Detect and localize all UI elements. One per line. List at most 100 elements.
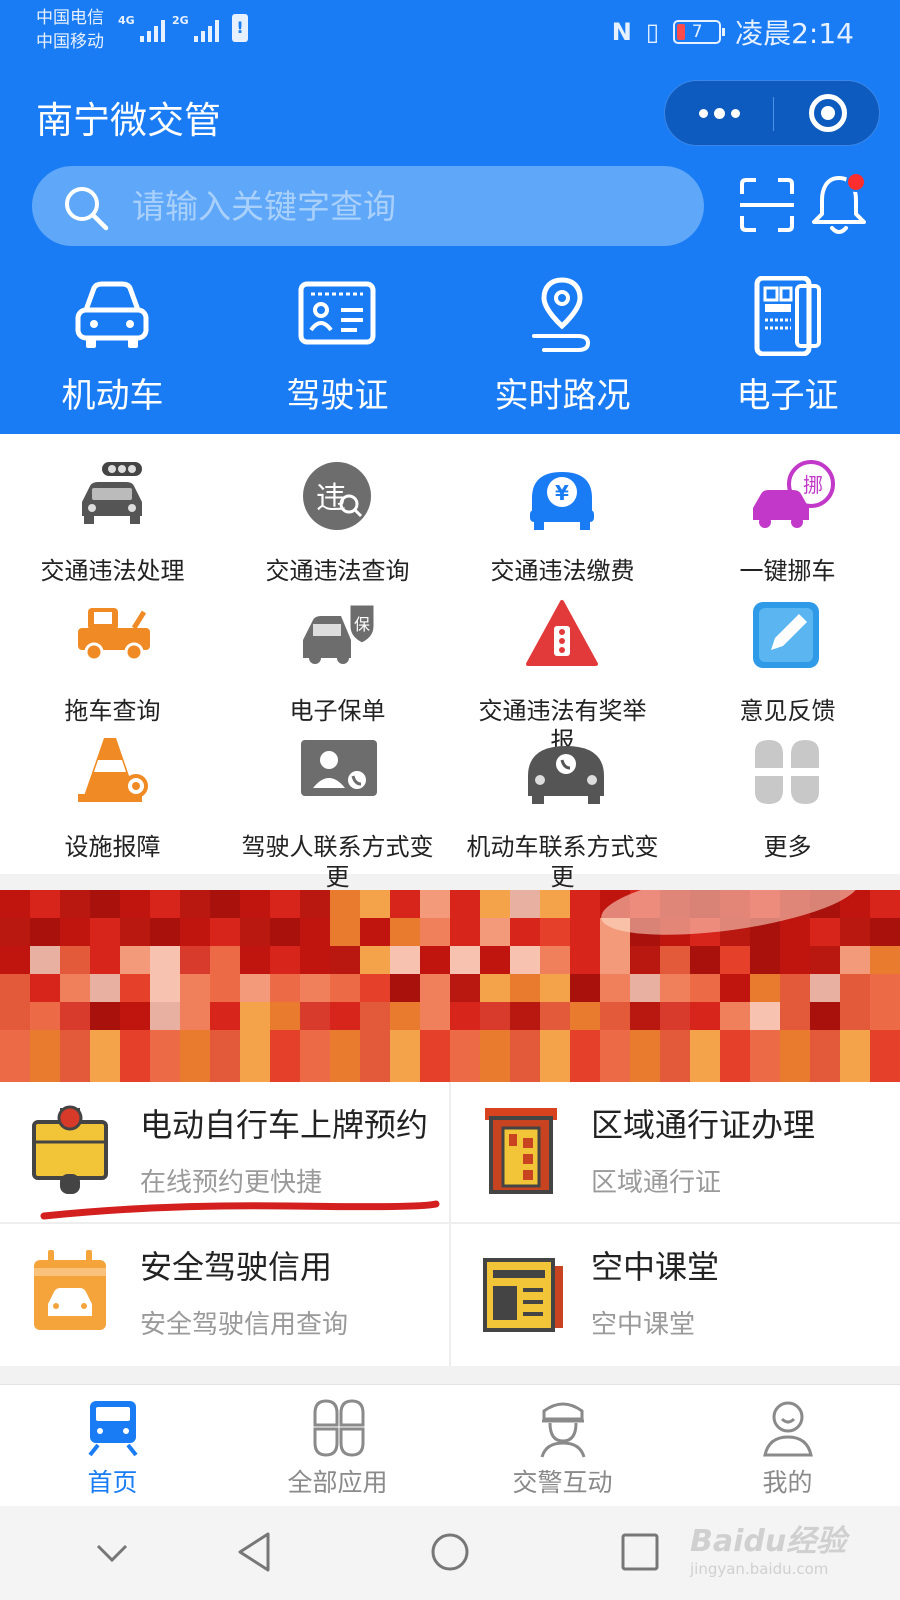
driver-contact-icon <box>301 740 377 796</box>
service-label: 一键挪车 <box>739 557 836 585</box>
notification-button[interactable] <box>808 170 870 238</box>
tab-police-interaction[interactable]: 交警互动 <box>450 1385 675 1507</box>
service-label: 交通违法查询 <box>265 557 410 585</box>
search-icon <box>65 187 109 231</box>
carrier-1: 中国电信 <box>36 8 104 28</box>
miniapp-capsule <box>664 80 880 146</box>
quick-nav-vehicle[interactable]: 机动车 <box>0 276 225 416</box>
quick-nav-traffic[interactable]: 实时路况 <box>450 276 675 416</box>
quick-nav-label: 实时路况 <box>494 376 631 416</box>
quick-nav-ecert[interactable]: 电子证 <box>675 276 900 416</box>
back-triangle-icon <box>238 1532 270 1572</box>
ebike-plate-icon <box>32 1105 108 1194</box>
service-grid: 交通违法处理 违 交通违法查询 ¥ 交通违法缴费 挪 一键挪车 拖车查询 保 电… <box>0 434 900 891</box>
tab-label: 交警互动 <box>512 1468 613 1497</box>
feedback-edit-icon <box>753 602 819 668</box>
svg-text:挪: 挪 <box>803 473 823 497</box>
home-circle-icon <box>431 1533 469 1571</box>
service-label: 机动车联系方式变更 <box>466 833 659 891</box>
quick-nav-license[interactable]: 驾驶证 <box>225 276 450 416</box>
watermark-url: jingyan.baidu.com <box>690 1560 829 1578</box>
card-divider <box>449 1082 451 1366</box>
service-label: 交通违法缴费 <box>490 557 635 585</box>
scan-icon <box>740 178 794 232</box>
quick-nav-label: 电子证 <box>736 376 839 416</box>
service-label: 电子保单 <box>289 697 386 725</box>
vibrate-icon: ▯ <box>645 18 660 46</box>
tow-truck-icon <box>78 608 150 662</box>
quick-nav: 机动车 驾驶证 实时路况 电子证 <box>0 276 900 416</box>
move-car-icon: 挪 <box>753 460 835 528</box>
police-officer-icon <box>540 1402 586 1458</box>
status-right: N ▯ 7 凌晨2:14 <box>612 12 854 52</box>
service-label: 意见反馈 <box>739 697 836 725</box>
search-bar[interactable] <box>32 166 704 246</box>
tab-label: 首页 <box>87 1468 138 1497</box>
service-driver-contact[interactable]: 驾驶人联系方式变更 <box>225 734 450 891</box>
service-label: 拖车查询 <box>64 697 161 725</box>
service-violation-payment[interactable]: ¥ 交通违法缴费 <box>450 458 675 598</box>
hide-nav-button[interactable] <box>72 1506 152 1600</box>
service-tow-query[interactable]: 拖车查询 <box>0 598 225 738</box>
tab-label: 我的 <box>762 1468 813 1497</box>
card-area-pass[interactable]: 区域通行证办理 区域通行证 <box>451 1082 900 1222</box>
service-violation-handle[interactable]: 交通违法处理 <box>0 458 225 598</box>
home-train-icon <box>88 1401 138 1457</box>
watermark-brand: Baidu经验 <box>690 1524 847 1559</box>
notification-icon: ! <box>232 14 248 42</box>
recents-button[interactable] <box>600 1506 680 1600</box>
recents-square-icon <box>621 1533 659 1571</box>
insurance-car-icon: 保 <box>303 602 377 664</box>
service-facility-report[interactable]: 设施报障 <box>0 734 225 874</box>
card-safe-driving-credit[interactable]: 安全驾驶信用 安全驾驶信用查询 <box>0 1224 449 1364</box>
license-icon <box>298 281 376 345</box>
status-bar: 中国电信 中国移动 4G 2G ! N ▯ 7 凌晨2:14 <box>36 6 854 54</box>
quick-nav-label: 驾驶证 <box>286 376 389 416</box>
home-button[interactable] <box>410 1506 490 1600</box>
card-title: 安全驾驶信用 <box>140 1248 333 1286</box>
calendar-car-icon <box>34 1250 106 1330</box>
location-route-icon <box>532 277 591 352</box>
service-vehicle-contact[interactable]: 机动车联系方式变更 <box>450 734 675 891</box>
car-traffic-light-icon <box>82 462 142 524</box>
service-label: 设施报障 <box>64 833 161 861</box>
car-icon <box>75 281 149 348</box>
e-certificate-icon <box>754 276 821 356</box>
service-report-reward[interactable]: 交通违法有奖举报 <box>450 598 675 755</box>
quick-nav-label: 机动车 <box>61 376 164 416</box>
close-miniapp-button[interactable] <box>809 94 847 132</box>
tab-all-apps[interactable]: 全部应用 <box>225 1385 450 1507</box>
nfc-icon: N <box>611 18 632 46</box>
chevron-down-icon <box>96 1544 128 1563</box>
card-title: 空中课堂 <box>591 1248 720 1286</box>
service-e-policy[interactable]: 保 电子保单 <box>225 598 450 738</box>
tab-mine[interactable]: 我的 <box>675 1385 900 1507</box>
card-air-classroom[interactable]: 空中课堂 空中课堂 <box>451 1224 900 1364</box>
service-feedback[interactable]: 意见反馈 <box>675 598 900 738</box>
card-subtitle: 区域通行证 <box>591 1168 722 1198</box>
traffic-cone-icon <box>78 738 148 802</box>
battery-icon: 7 <box>673 20 726 44</box>
svg-text:¥: ¥ <box>555 481 569 505</box>
all-apps-icon <box>313 1399 365 1457</box>
card-title: 区域通行证办理 <box>591 1106 816 1144</box>
card-title: 电动自行车上牌预约 <box>140 1106 429 1144</box>
service-move-car[interactable]: 挪 一键挪车 <box>675 458 900 598</box>
header-area: 中国电信 中国移动 4G 2G ! N ▯ 7 凌晨2:14 南宁微交管 请输入… <box>0 0 900 434</box>
carrier-labels: 中国电信 中国移动 <box>36 6 104 54</box>
service-violation-query[interactable]: 违 交通违法查询 <box>225 458 450 598</box>
clock: 凌晨2:14 <box>735 17 854 50</box>
card-subtitle: 安全驾驶信用查询 <box>140 1310 349 1340</box>
service-more[interactable]: 更多 <box>675 734 900 874</box>
tab-home[interactable]: 首页 <box>0 1385 225 1507</box>
card-subtitle: 空中课堂 <box>591 1310 696 1340</box>
svg-text:保: 保 <box>354 615 370 634</box>
promo-banner[interactable] <box>0 890 900 1082</box>
back-button[interactable] <box>216 1506 296 1600</box>
more-apps-icon <box>755 740 819 804</box>
tab-label: 全部应用 <box>287 1468 388 1497</box>
notification-badge <box>846 172 866 192</box>
more-options-button[interactable] <box>665 81 773 145</box>
scan-button[interactable] <box>738 176 796 234</box>
search-input[interactable] <box>132 176 672 236</box>
